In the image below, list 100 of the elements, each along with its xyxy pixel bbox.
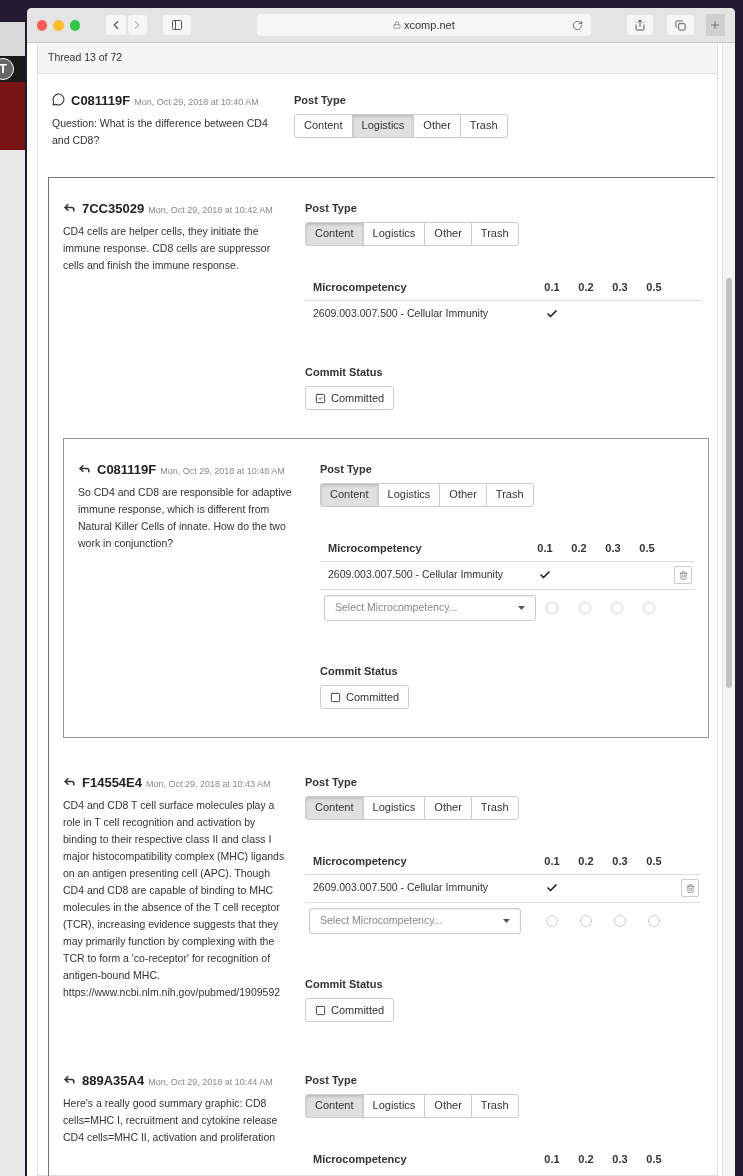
post-type-tab[interactable]: Other bbox=[413, 113, 461, 138]
lock-icon bbox=[393, 21, 401, 29]
post-type-tab[interactable]: Content bbox=[305, 221, 364, 246]
forward-button[interactable] bbox=[127, 15, 147, 35]
post-timestamp: Mon, Oct 29, 2018 at 10:43 AM bbox=[146, 779, 271, 789]
committed-toggle[interactable]: Committed bbox=[320, 685, 410, 709]
plus-icon bbox=[709, 19, 722, 31]
reply-icon bbox=[63, 201, 76, 214]
column-header: 0.2 bbox=[577, 1152, 595, 1168]
column-header: 0.2 bbox=[570, 541, 588, 557]
close-button[interactable] bbox=[37, 19, 48, 31]
post-type-tab[interactable]: Other bbox=[424, 221, 472, 246]
reload-icon[interactable] bbox=[571, 19, 583, 31]
post-type-tab[interactable]: Trash bbox=[470, 1093, 519, 1118]
speech-bubble-icon bbox=[52, 93, 65, 106]
column-header: 0.1 bbox=[543, 854, 561, 870]
column-header: 0.5 bbox=[645, 280, 663, 296]
reply-icon bbox=[63, 775, 76, 788]
post-type-label: Post Type bbox=[305, 775, 357, 790]
post-body: CD4 and CD8 T cell surface molecules play a role in T cell recognition and activation by binding to their respective class II and class I major histocompatibility complex (MHC) ligands on an antigen presenting cell (APC). Though CD4 and CD8 are capable of binding to MHC molecules in the absence of the T cell receptor (TCR), increasing evidence suggests that they may primarily function by complexing with the TCR to form a 'co-receptor' for recognition of antigen-bound MHC. https://www.ncbi.nlm.nih.gov/pubmed/1909592 bbox=[63, 798, 285, 1000]
address-bar[interactable]: xcomp.net bbox=[257, 14, 591, 36]
column-header: 0.1 bbox=[536, 541, 554, 557]
post-type-label: Post Type bbox=[305, 201, 357, 216]
zoom-button[interactable] bbox=[69, 19, 81, 31]
post-type-tab[interactable]: Trash bbox=[470, 795, 519, 820]
post-type-tab[interactable]: Logistics bbox=[362, 1093, 426, 1118]
post-type-tab[interactable]: Other bbox=[424, 795, 472, 820]
scrollbar[interactable] bbox=[722, 43, 735, 1176]
minimize-button[interactable] bbox=[53, 19, 64, 31]
post-type-label: Post Type bbox=[320, 462, 372, 477]
microcompetency-name: 2609.003.007.500 - Cellular Immunity bbox=[327, 567, 505, 583]
column-header: Microcompetency bbox=[312, 280, 408, 296]
share-icon bbox=[633, 19, 646, 31]
post-type-tab[interactable]: Other bbox=[439, 482, 487, 507]
commit-status-label: Commit Status bbox=[320, 663, 398, 679]
column-header: 0.3 bbox=[611, 1152, 629, 1168]
post-type-tab[interactable]: Content bbox=[305, 795, 364, 820]
column-header: Microcompetency bbox=[312, 854, 408, 870]
post-type-tab[interactable]: Trash bbox=[459, 113, 508, 138]
post-type-tab[interactable]: Trash bbox=[485, 482, 534, 507]
column-header: 0.2 bbox=[577, 854, 595, 870]
commit-status-label: Commit Status bbox=[305, 976, 383, 992]
post-body: Here's a really good summary graphic: CD8 cells=MHC I, recruitment and cytokine release CD4 cells=MHC II, activation and proliferation bbox=[63, 1096, 279, 1145]
commit-status-label: Commit Status bbox=[305, 364, 383, 380]
sidebar-icon bbox=[170, 19, 183, 31]
reply-icon bbox=[63, 1073, 76, 1086]
post-author-id: F14554E4 bbox=[82, 775, 142, 790]
trash-icon bbox=[678, 570, 688, 580]
post-author-id: C081119F bbox=[71, 93, 131, 108]
microcompetency-select[interactable]: Select Microcompetency... bbox=[324, 595, 536, 621]
column-header: 0.3 bbox=[604, 541, 622, 557]
avatar-badge: T bbox=[0, 58, 14, 80]
post-type-tab[interactable]: Trash bbox=[470, 221, 519, 246]
column-header: 0.3 bbox=[611, 280, 629, 296]
microcompetency-name: 2609.003.007.500 - Cellular Immunity bbox=[312, 880, 490, 896]
committed-toggle[interactable]: Committed bbox=[305, 386, 395, 410]
column-header: 0.5 bbox=[638, 541, 656, 557]
delete-button[interactable] bbox=[681, 879, 699, 897]
post-type-tab[interactable]: Logistics bbox=[351, 113, 415, 138]
column-header: Microcompetency bbox=[312, 1152, 408, 1168]
post-type-tab[interactable]: Other bbox=[424, 1093, 472, 1118]
new-tab-button[interactable] bbox=[705, 14, 725, 36]
post-body: CD4 cells are helper cells, they initiate the immune response. CD8 cells are suppressor cells and finish the immune response. bbox=[63, 224, 272, 273]
post-type-tab[interactable]: Content bbox=[320, 482, 379, 507]
column-header: 0.2 bbox=[577, 280, 595, 296]
tabs-icon bbox=[675, 19, 687, 31]
post-timestamp: Mon, Oct 29, 2018 at 10:40 AM bbox=[134, 97, 259, 107]
column-header: 0.1 bbox=[543, 280, 561, 296]
thread-counter: Thread 13 of 72 bbox=[48, 50, 123, 66]
post-type-tab[interactable]: Content bbox=[294, 113, 353, 138]
post-body: So CD4 and CD8 are responsible for adaptive immune response, which is different from Natural Killer Cells of innate. How do the two work in conjunction? bbox=[78, 485, 293, 551]
post-author-id: 889A35A4 bbox=[82, 1073, 145, 1088]
post-type-tab[interactable]: Logistics bbox=[362, 221, 426, 246]
column-header: 0.5 bbox=[645, 1152, 663, 1168]
post-type-tab[interactable]: Content bbox=[305, 1093, 364, 1118]
site-header-band bbox=[0, 82, 25, 150]
post-timestamp: Mon, Oct 29, 2018 at 10:44 AM bbox=[148, 1077, 273, 1087]
trash-icon bbox=[685, 883, 695, 893]
caret-icon bbox=[518, 606, 525, 610]
microcompetency-select[interactable]: Select Microcompetency... bbox=[309, 908, 521, 934]
column-header: 0.5 bbox=[645, 854, 663, 870]
delete-button[interactable] bbox=[674, 566, 692, 584]
post-type-tab[interactable]: Logistics bbox=[377, 482, 441, 507]
back-button[interactable] bbox=[106, 15, 126, 35]
post-body: Question: What is the difference between CD4 and CD8? bbox=[52, 116, 269, 148]
post-type-label: Post Type bbox=[305, 1073, 357, 1088]
post-author-id: C081119F bbox=[97, 462, 157, 477]
caret-icon bbox=[503, 919, 510, 923]
post-type-label: Post Type bbox=[294, 93, 346, 108]
post-timestamp: Mon, Oct 29, 2018 at 10:42 AM bbox=[148, 205, 273, 215]
post-type-tab[interactable]: Logistics bbox=[362, 795, 426, 820]
post-timestamp: Mon, Oct 29, 2018 at 10:48 AM bbox=[160, 466, 285, 476]
column-header: 0.3 bbox=[611, 854, 629, 870]
committed-toggle[interactable]: Committed bbox=[305, 998, 395, 1022]
reply-icon bbox=[78, 462, 91, 475]
tabs-button[interactable] bbox=[667, 15, 694, 35]
sidebar-button[interactable] bbox=[162, 15, 192, 35]
microcompetency-name: 2609.003.007.500 - Cellular Immunity bbox=[312, 306, 490, 322]
share-button[interactable] bbox=[626, 15, 654, 35]
column-header: Microcompetency bbox=[327, 541, 423, 557]
